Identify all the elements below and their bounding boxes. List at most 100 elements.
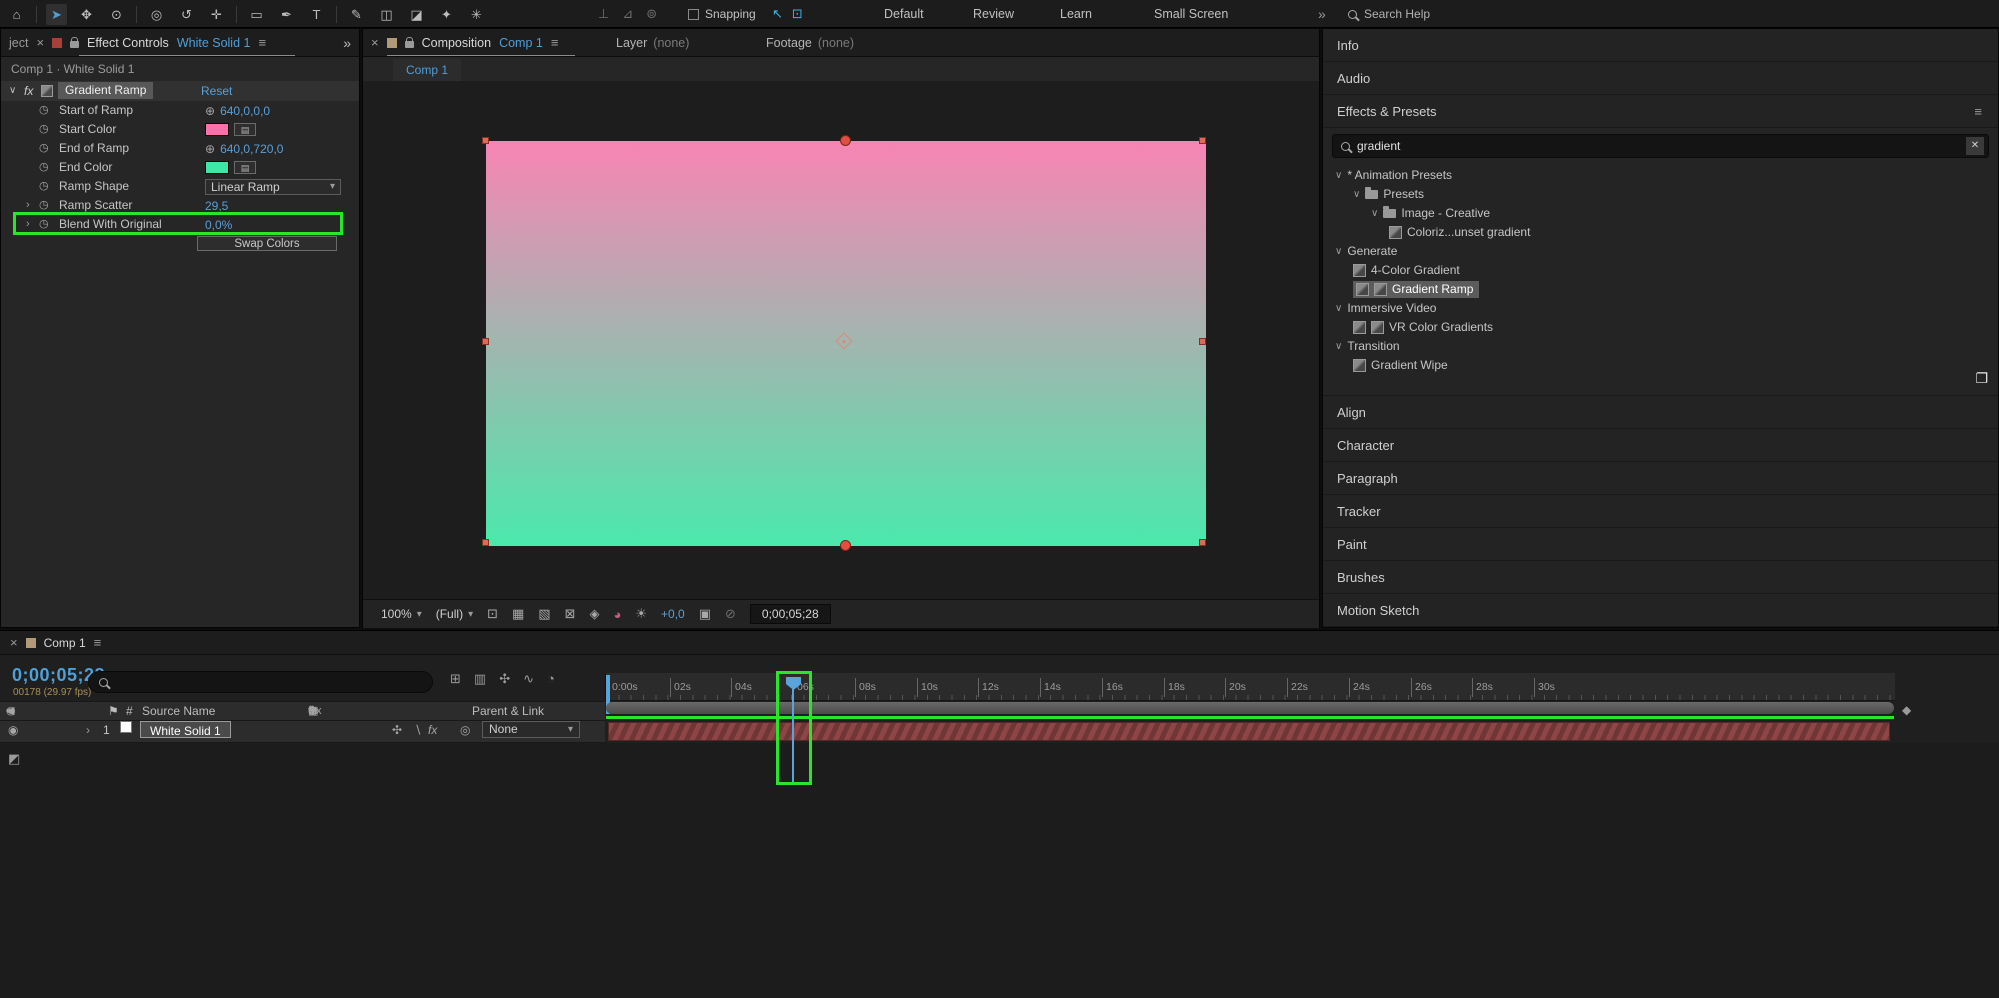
panel-corner-grip-icon[interactable]: ❐ xyxy=(1975,370,1988,387)
transparency-grid-icon[interactable]: ▦ xyxy=(512,606,524,622)
parent-pickwhip-icon[interactable]: ◎ xyxy=(460,721,470,740)
effects-presets-panel-header[interactable]: Effects & Presets ≡ xyxy=(1323,95,1998,128)
tracker-panel-header[interactable]: Tracker xyxy=(1323,495,1998,528)
selection-handle-mid-left[interactable] xyxy=(482,338,489,345)
home-button[interactable]: ⌂ xyxy=(6,4,27,25)
puppet-pin-tool-button[interactable]: ✳ xyxy=(466,4,487,25)
selection-tool-button[interactable]: ➤ xyxy=(46,3,67,25)
eye-icon[interactable]: ◉ xyxy=(8,721,18,740)
tree-item-presets-folder[interactable]: ∨ Presets xyxy=(1323,185,1998,204)
zoom-tool-button[interactable]: ⊙ xyxy=(106,4,127,25)
clear-search-button[interactable]: ✕ xyxy=(1966,137,1984,155)
composition-viewer[interactable] xyxy=(363,81,1319,599)
timeline-tab-close[interactable]: × xyxy=(10,635,18,650)
twirl-open-icon[interactable]: ∨ xyxy=(1353,185,1360,204)
checkbox-icon[interactable] xyxy=(688,8,699,20)
workspace-review[interactable]: Review xyxy=(973,0,1014,28)
effect-twirl-icon[interactable]: ∨ xyxy=(9,81,16,101)
layer-color-swatch[interactable] xyxy=(120,721,132,733)
tree-item-transition-category[interactable]: ∨ Transition xyxy=(1323,337,1998,356)
twirl-open-icon[interactable]: ∨ xyxy=(1335,242,1342,261)
toggle-switches-modes-button[interactable]: ◩ xyxy=(8,751,20,767)
point-target-icon[interactable]: ⊕ xyxy=(205,104,215,118)
timeline-search-field[interactable] xyxy=(88,671,433,693)
lock-icon[interactable] xyxy=(404,37,414,48)
lock-icon[interactable] xyxy=(70,37,80,48)
ramp-shape-select[interactable]: Linear Ramp ▾ xyxy=(205,178,341,195)
stopwatch-icon[interactable]: ◷ xyxy=(39,158,49,177)
comp-marker-button[interactable]: ◆ xyxy=(1902,703,1911,717)
world-axis-mode-icon[interactable]: ⊿ xyxy=(622,6,633,22)
tree-item-colorize-sunset-gradient[interactable]: Coloriz...unset gradient xyxy=(1323,223,1998,242)
reset-exposure-icon[interactable]: ☀ xyxy=(635,606,647,622)
stopwatch-icon[interactable]: ◷ xyxy=(39,101,49,120)
start-color-swatch[interactable] xyxy=(205,123,229,136)
ramp-end-point[interactable] xyxy=(840,540,851,551)
rotation-tool-button[interactable]: ↺ xyxy=(176,4,197,25)
comp-mini-flowchart-icon[interactable]: ⊞ xyxy=(450,671,461,687)
workspace-learn[interactable]: Learn xyxy=(1060,0,1092,28)
motion-sketch-panel-header[interactable]: Motion Sketch xyxy=(1323,594,1998,627)
draft-3d-icon[interactable]: ▥ xyxy=(474,671,486,687)
resolution-select[interactable]: (Full) ▾ xyxy=(436,607,473,621)
anchor-point-icon[interactable] xyxy=(835,332,853,350)
audio-panel-header[interactable]: Audio xyxy=(1323,62,1998,95)
align-panel-header[interactable]: Align xyxy=(1323,396,1998,429)
fx-badge[interactable]: fx xyxy=(24,81,33,101)
mask-visibility-icon[interactable]: ▧ xyxy=(538,606,550,622)
layer-viewer-tab[interactable]: Layer (none) xyxy=(616,29,689,57)
parent-link-column-header[interactable]: Parent & Link xyxy=(472,702,544,721)
local-axis-mode-icon[interactable]: ⊥ xyxy=(598,6,609,22)
project-tab-fragment[interactable]: ject xyxy=(9,36,28,50)
index-column-header[interactable]: # xyxy=(126,702,133,721)
param-value[interactable]: 640,0,0,0 xyxy=(220,104,270,118)
selection-handle-bottom-right[interactable] xyxy=(1199,539,1206,546)
brush-tool-button[interactable]: ✎ xyxy=(346,4,367,25)
tree-item-generate-category[interactable]: ∨ Generate xyxy=(1323,242,1998,261)
twirl-open-icon[interactable]: ∨ xyxy=(1335,299,1342,318)
panel-menu-icon[interactable]: ≡ xyxy=(258,35,266,50)
effect-controls-tab[interactable]: Effect Controls xyxy=(87,36,169,50)
layer-row-white-solid-1[interactable]: ◉ › 1 White Solid 1 ✣ ∖ fx ◎ None ▾ xyxy=(0,721,605,743)
panel-menu-icon[interactable]: ≡ xyxy=(94,635,102,650)
composition-tab[interactable]: Composition xyxy=(422,36,491,50)
current-time-display[interactable]: 0;00;05;28 xyxy=(749,604,831,624)
selection-handle-top-left[interactable] xyxy=(482,137,489,144)
layer-name[interactable]: White Solid 1 xyxy=(140,721,231,738)
tree-item-immersive-video-category[interactable]: ∨ Immersive Video xyxy=(1323,299,1998,318)
tree-item-4-color-gradient[interactable]: 4-Color Gradient xyxy=(1323,261,1998,280)
quality-switch-icon[interactable]: ∖ xyxy=(414,721,422,740)
timeline-tab[interactable]: Comp 1 xyxy=(44,636,86,650)
layer-twirl-icon[interactable]: › xyxy=(86,721,90,740)
panel-menu-icon[interactable]: ≡ xyxy=(1974,95,1982,128)
eyedropper-icon[interactable]: ▤ xyxy=(234,123,256,136)
tree-item-image-creative-folder[interactable]: ∨ Image - Creative xyxy=(1323,204,1998,223)
tree-item-vr-color-gradients[interactable]: VR Color Gradients xyxy=(1323,318,1998,337)
type-tool-button[interactable]: T xyxy=(306,4,327,25)
composition-tab-close[interactable]: × xyxy=(371,35,379,50)
eyedropper-icon[interactable]: ▤ xyxy=(234,161,256,174)
lock-icon[interactable]: ▪ xyxy=(6,702,16,721)
presets-search-field[interactable]: gradient ✕ xyxy=(1332,134,1989,158)
swap-colors-button[interactable]: Swap Colors xyxy=(197,236,337,251)
snapping-checkbox[interactable]: Snapping xyxy=(688,0,756,28)
stopwatch-icon[interactable]: ◷ xyxy=(39,120,49,139)
search-help-field[interactable]: Search Help xyxy=(1348,0,1430,28)
shy-switch-icon[interactable]: ✣ xyxy=(392,721,402,740)
pen-tool-button[interactable]: ✒ xyxy=(276,4,297,25)
brushes-panel-header[interactable]: Brushes xyxy=(1323,561,1998,594)
stopwatch-icon[interactable]: ◷ xyxy=(39,139,49,158)
workspace-default[interactable]: Default xyxy=(884,0,924,28)
show-snapshot-icon[interactable]: ⊘ xyxy=(725,606,736,622)
region-of-interest-icon[interactable]: ⊠ xyxy=(565,606,576,622)
character-panel-header[interactable]: Character xyxy=(1323,429,1998,462)
snapshot-camera-icon[interactable]: ▣ xyxy=(699,606,711,622)
orbit-camera-tool-button[interactable]: ◎ xyxy=(146,4,167,25)
ramp-start-point[interactable] xyxy=(840,135,851,146)
hand-tool-button[interactable]: ✥ xyxy=(76,4,97,25)
fx-switch-icon[interactable]: fx xyxy=(428,721,437,740)
paragraph-panel-header[interactable]: Paragraph xyxy=(1323,462,1998,495)
magnification-select[interactable]: 100% ▾ xyxy=(381,607,422,621)
frame-blend-icon[interactable]: ∿ xyxy=(523,671,534,687)
twirl-open-icon[interactable]: ∨ xyxy=(1335,337,1342,356)
